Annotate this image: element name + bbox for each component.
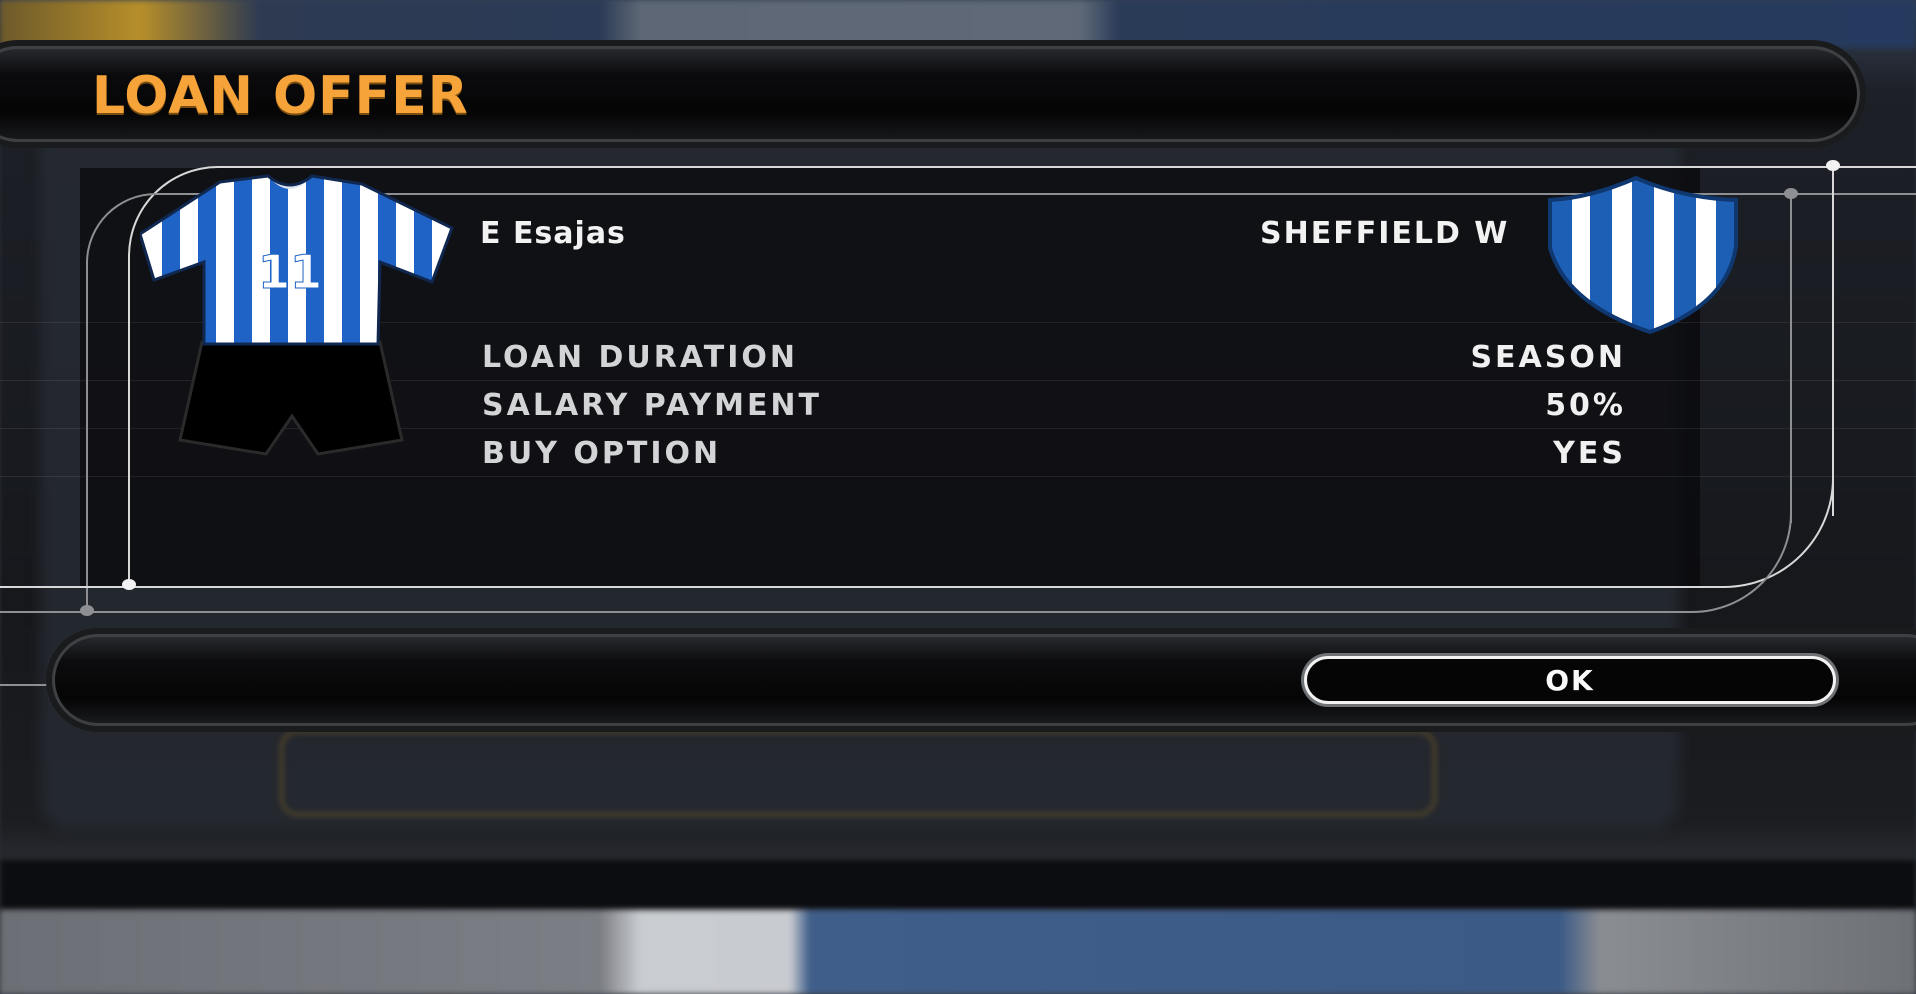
salary-payment-label: SALARY PAYMENT [482, 388, 823, 423]
buy-option-value: YES [1553, 436, 1626, 471]
buy-option-label: BUY OPTION [482, 436, 722, 471]
background-top-strip [0, 0, 1916, 48]
frame-node [1784, 188, 1798, 199]
frame-node [122, 579, 136, 590]
salary-payment-value: 50% [1545, 388, 1626, 423]
background-highlight [280, 730, 1436, 816]
ok-button[interactable]: OK [1304, 656, 1836, 704]
dialog-title: LOAN OFFER [92, 66, 469, 126]
frame-node [1826, 160, 1840, 171]
background-footer [0, 910, 1916, 994]
frame-right-inner-line [1790, 193, 1792, 523]
loan-duration-value: SEASON [1470, 340, 1626, 375]
background-bar [0, 860, 1916, 910]
frame-top-line [250, 166, 1916, 168]
player-kit-icon: 11 [140, 174, 454, 456]
loan-duration-label: LOAN DURATION [482, 340, 799, 375]
club-name: SHEFFIELD W [1260, 216, 1510, 251]
footer-left-line [0, 684, 54, 686]
frame-bottom-line [0, 586, 1705, 588]
frame-bottom-inner-line [0, 611, 1665, 613]
club-crest-icon [1548, 176, 1738, 334]
frame-right-line [1832, 166, 1834, 516]
player-name: E Esajas [480, 216, 626, 251]
frame-node [80, 605, 94, 616]
shirt-number: 11 [258, 245, 322, 299]
